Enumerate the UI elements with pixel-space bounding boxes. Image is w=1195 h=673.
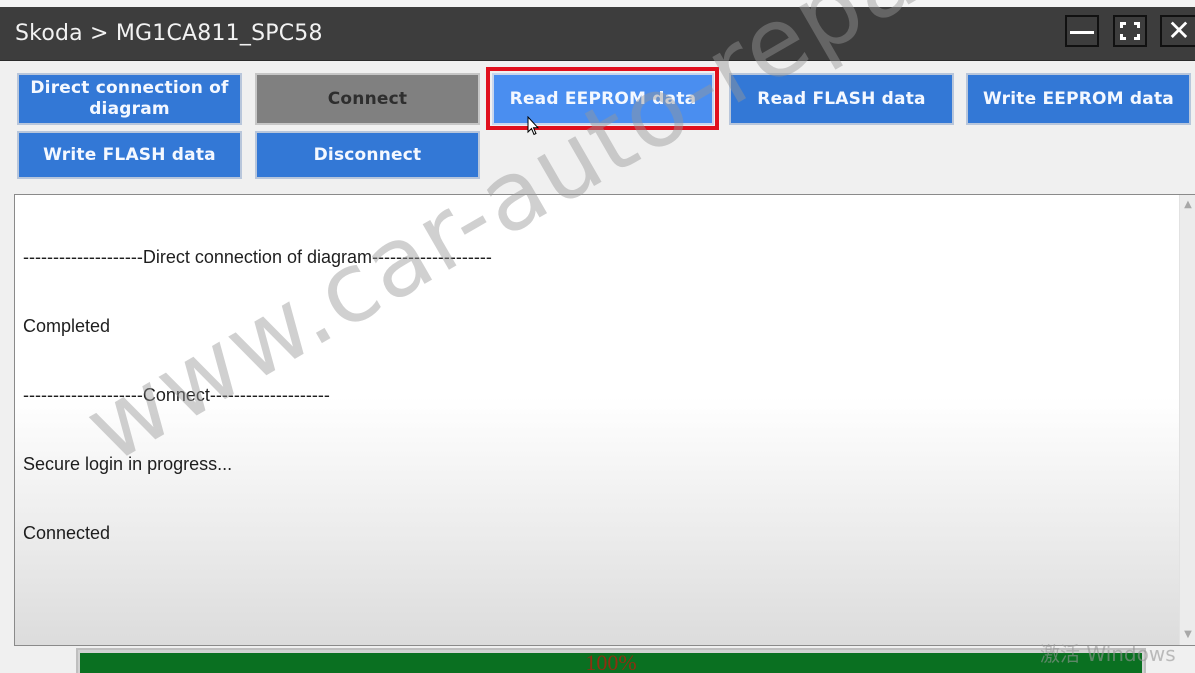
mouse-pointer-icon — [527, 116, 539, 136]
close-button[interactable]: ✕ — [1160, 15, 1195, 47]
scroll-up-icon[interactable]: ▲ — [1180, 197, 1195, 213]
progress-label: 100% — [585, 650, 637, 673]
maximize-button[interactable] — [1113, 15, 1147, 47]
minimize-button[interactable] — [1065, 15, 1099, 47]
maximize-icon — [1120, 22, 1140, 40]
progress-bar: 100% — [76, 648, 1146, 673]
write-eeprom-button[interactable]: Write EEPROM data — [966, 73, 1191, 125]
log-output-panel: --------------------Direct connection of… — [14, 194, 1195, 646]
direct-connection-button[interactable]: Direct connection of diagram — [17, 73, 242, 125]
minimize-icon — [1070, 30, 1094, 34]
log-line: --------------------Direct connection of… — [23, 247, 492, 267]
app-window: Skoda > MG1CA811_SPC58 ✕ Direct connecti… — [0, 0, 1195, 673]
log-line: --------------------Connect-------------… — [23, 385, 330, 405]
log-scrollbar[interactable]: ▲ ▼ — [1179, 195, 1195, 645]
connect-button[interactable]: Connect — [255, 73, 480, 125]
read-flash-button[interactable]: Read FLASH data — [729, 73, 954, 125]
read-eeprom-button[interactable]: Read EEPROM data — [492, 73, 714, 125]
disconnect-button[interactable]: Disconnect — [255, 131, 480, 179]
log-line: Connected — [23, 523, 111, 543]
log-lines: --------------------Direct connection of… — [23, 200, 492, 591]
log-line: Secure login in progress... — [23, 454, 233, 474]
window-title: Skoda > MG1CA811_SPC58 — [15, 21, 323, 46]
close-icon: ✕ — [1167, 14, 1191, 47]
window-top-edge — [0, 0, 1195, 7]
title-bar: Skoda > MG1CA811_SPC58 ✕ — [0, 7, 1195, 61]
log-line: Completed — [23, 316, 111, 336]
scroll-down-icon[interactable]: ▼ — [1180, 627, 1195, 643]
write-flash-button[interactable]: Write FLASH data — [17, 131, 242, 179]
